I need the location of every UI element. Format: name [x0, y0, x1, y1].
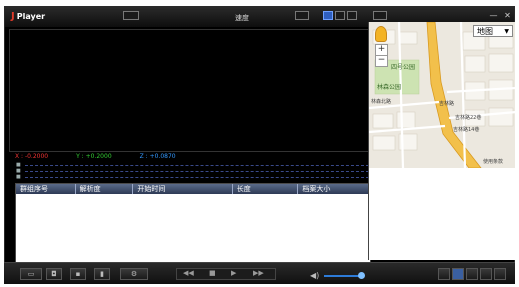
map-type-label: 地图 [477, 27, 493, 36]
map-info-panel [368, 168, 515, 260]
street-view-pegman-icon[interactable] [375, 26, 387, 42]
map-terms-link[interactable]: 使用条款 [483, 158, 503, 165]
z-readout: Z : +0.0870 [139, 153, 176, 160]
playback-toolbar: ▭ ◘ ▪ ▮ ⚙ ◀◀ ■ ▶ ▶▶ ◀) [4, 262, 515, 284]
chevron-down-icon: ▼ [504, 28, 509, 35]
map-label-road2: 吉林路 [439, 101, 455, 107]
map-label-road3: 吉林路22巷 [455, 115, 482, 121]
sensor-gridline [25, 177, 369, 178]
close-button[interactable]: ✕ [501, 10, 514, 21]
map-canvas [369, 22, 515, 168]
settings-icon[interactable]: ⚙ [120, 268, 148, 280]
network-icon[interactable] [373, 11, 387, 20]
zoom-out-button[interactable]: − [375, 55, 388, 67]
list-toggle-icon[interactable] [466, 268, 478, 280]
gsensor-readouts: X : -0.2000 Y : +0.2000 Z : +0.0870 [15, 153, 176, 161]
sensor-scale-bottom: ■ [16, 174, 21, 180]
delete-icon[interactable]: ▮ [94, 268, 110, 280]
brightness-icon[interactable] [123, 11, 139, 20]
open-folder-icon[interactable]: ▭ [20, 268, 42, 280]
file-list-table[interactable]: 群组序号 解析度 开始时间 长度 档案大小 [15, 183, 371, 267]
layout-1-button[interactable] [323, 11, 333, 20]
sensor-gridline [25, 171, 369, 172]
speed-label: 速度 [235, 14, 249, 22]
column-start-time[interactable]: 开始时间 [133, 184, 233, 194]
speed-selector[interactable] [295, 11, 309, 20]
layout-3-button[interactable] [347, 11, 357, 20]
rewind-icon[interactable]: ◀◀ [183, 269, 194, 277]
zoom-icon[interactable] [438, 268, 450, 280]
sensor-gridline [25, 165, 369, 166]
volume-icon[interactable]: ◀) [310, 271, 319, 280]
gsensor-panel: X : -0.2000 Y : +0.2000 Z : +0.0870 ■ ■ … [15, 153, 371, 181]
video-area[interactable] [9, 29, 371, 152]
column-file-size[interactable]: 档案大小 [298, 184, 370, 194]
exit-icon[interactable] [494, 268, 506, 280]
map-type-select[interactable]: 地图 ▼ [473, 25, 513, 37]
y-readout: Y : +0.2000 [76, 153, 112, 160]
map-label-road1: 林森北路 [371, 99, 392, 105]
table-header: 群组序号 解析度 开始时间 长度 档案大小 [16, 184, 370, 194]
map-panel[interactable]: + − 地图 ▼ 林森公园 四号公园 林森北路 吉林路 吉林路22巷 吉林路14… [368, 22, 515, 168]
minimize-button[interactable]: — [487, 10, 500, 21]
stop-icon[interactable]: ■ [209, 269, 216, 277]
transport-controls: ◀◀ ■ ▶ ▶▶ [176, 268, 276, 280]
layout-2-button[interactable] [335, 11, 345, 20]
snapshot-icon[interactable]: ◘ [46, 268, 62, 280]
app-logo: J Player [11, 11, 45, 22]
map-label-park4: 四号公园 [391, 64, 416, 71]
map-toggle-icon[interactable] [452, 268, 464, 280]
fullscreen-icon[interactable] [480, 268, 492, 280]
player-logo-icon: J [11, 11, 15, 22]
column-group-index[interactable]: 群组序号 [16, 184, 76, 194]
map-label-park: 林森公园 [377, 84, 402, 91]
save-icon[interactable]: ▪ [70, 268, 86, 280]
x-readout: X : -0.2000 [15, 153, 49, 160]
column-length[interactable]: 长度 [233, 184, 299, 194]
fast-forward-icon[interactable]: ▶▶ [253, 269, 264, 277]
app-title: Player [16, 12, 46, 21]
play-icon[interactable]: ▶ [231, 269, 236, 277]
volume-slider[interactable] [324, 275, 362, 277]
column-resolution[interactable]: 解析度 [76, 184, 134, 194]
volume-knob[interactable] [358, 272, 365, 279]
map-label-road4: 吉林路14巷 [453, 127, 480, 133]
